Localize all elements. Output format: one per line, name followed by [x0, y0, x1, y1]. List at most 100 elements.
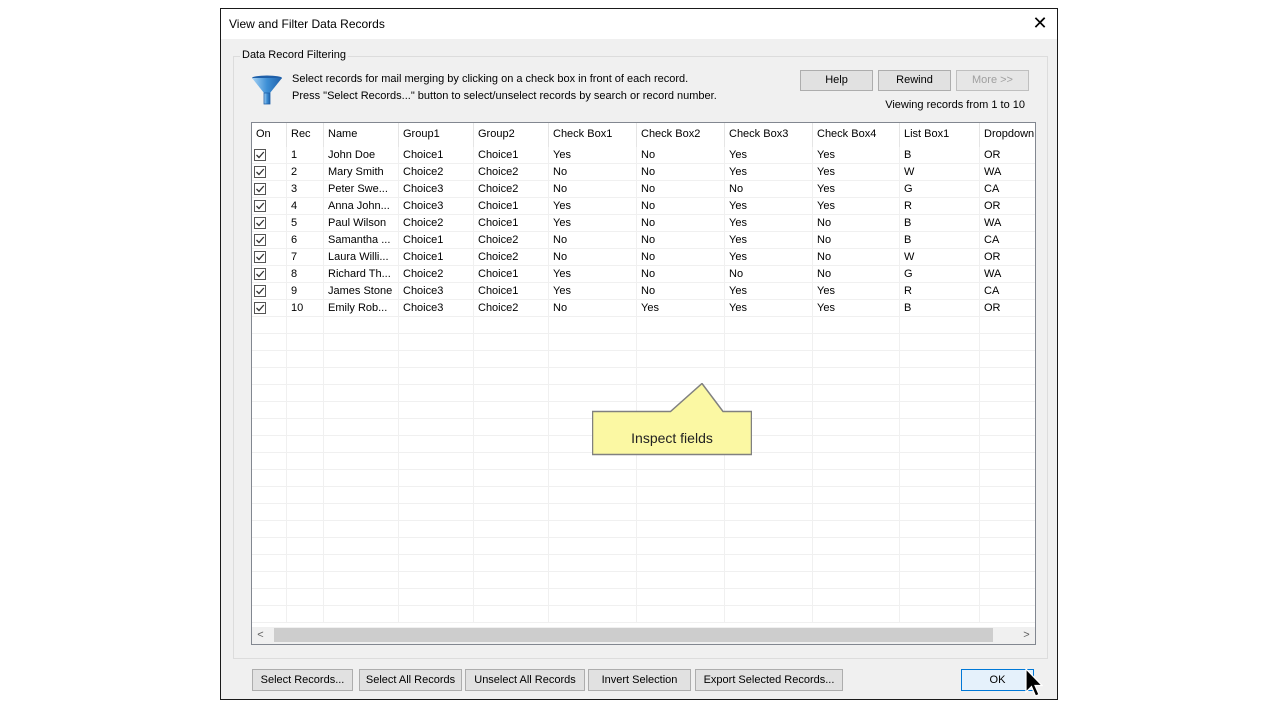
empty-cell — [549, 334, 637, 351]
table-row[interactable]: 1 John Doe Choice1 Choice1 Yes No Yes Yes B OR — [252, 147, 1035, 164]
cell-check-box2: Yes — [637, 300, 725, 317]
empty-cell — [252, 521, 287, 538]
select-records-button[interactable]: Select Records... — [252, 669, 353, 691]
record-checkbox[interactable] — [254, 285, 266, 297]
empty-row — [252, 504, 1035, 521]
empty-cell — [980, 572, 1035, 589]
empty-cell — [324, 504, 399, 521]
table-row[interactable]: 8 Richard Th... Choice2 Choice1 Yes No No No G WA — [252, 266, 1035, 283]
select-all-records-button[interactable]: Select All Records — [359, 669, 462, 691]
cell-rec: 9 — [287, 283, 324, 300]
column-header-rec[interactable]: Rec — [287, 123, 324, 147]
close-button[interactable]: ✕ — [1029, 12, 1051, 34]
empty-cell — [399, 521, 474, 538]
cell-group2: Choice1 — [474, 198, 549, 215]
empty-cell — [980, 521, 1035, 538]
record-checkbox[interactable] — [254, 234, 266, 246]
empty-cell — [725, 572, 813, 589]
empty-cell — [549, 470, 637, 487]
empty-row — [252, 317, 1035, 334]
table-row[interactable]: 9 James Stone Choice3 Choice1 Yes No Yes Yes R CA — [252, 283, 1035, 300]
scrollbar-thumb[interactable] — [274, 628, 993, 642]
empty-cell — [324, 351, 399, 368]
invert-selection-button[interactable]: Invert Selection — [588, 669, 691, 691]
empty-cell — [324, 436, 399, 453]
record-checkbox[interactable] — [254, 251, 266, 263]
column-header-group1[interactable]: Group1 — [399, 123, 474, 147]
export-selected-records-button[interactable]: Export Selected Records... — [695, 669, 843, 691]
empty-cell — [474, 368, 549, 385]
record-checkbox[interactable] — [254, 200, 266, 212]
table-row[interactable]: 4 Anna John... Choice3 Choice1 Yes No Yes Yes R O… — [252, 198, 1035, 215]
cell-check-box1: Yes — [549, 266, 637, 283]
cell-dropdown: CA — [980, 283, 1035, 300]
table-row[interactable]: 6 Samantha ... Choice1 Choice2 No No Yes No B CA — [252, 232, 1035, 249]
help-button[interactable]: Help — [800, 70, 873, 91]
cell-group1: Choice1 — [399, 232, 474, 249]
empty-cell — [813, 419, 900, 436]
ok-button[interactable]: OK — [961, 669, 1034, 691]
record-checkbox[interactable] — [254, 302, 266, 314]
empty-cell — [900, 606, 980, 623]
table-row[interactable]: 10 Emily Rob... Choice3 Choice2 No Yes Yes Yes B… — [252, 300, 1035, 317]
table-row[interactable]: 5 Paul Wilson Choice2 Choice1 Yes No Yes No B WA — [252, 215, 1035, 232]
column-header-list-box1[interactable]: List Box1 — [900, 123, 980, 147]
cell-check-box4: Yes — [813, 181, 900, 198]
empty-cell — [637, 470, 725, 487]
column-header-check-box3[interactable]: Check Box3 — [725, 123, 813, 147]
cell-group1: Choice3 — [399, 198, 474, 215]
empty-cell — [900, 402, 980, 419]
empty-cell — [813, 487, 900, 504]
empty-cell — [399, 572, 474, 589]
column-header-on[interactable]: On — [252, 123, 287, 147]
column-header-dropdown[interactable]: Dropdown — [980, 123, 1035, 147]
record-checkbox[interactable] — [254, 217, 266, 229]
table-row[interactable]: 7 Laura Willi... Choice1 Choice2 No No Yes No W O… — [252, 249, 1035, 266]
cell-check-box1: No — [549, 232, 637, 249]
view-filter-dialog: View and Filter Data Records ✕ Data Reco… — [220, 8, 1058, 700]
empty-cell — [637, 334, 725, 351]
cell-on — [252, 266, 287, 283]
callout-shape — [591, 382, 753, 456]
scroll-right-button[interactable]: > — [1018, 627, 1035, 644]
column-header-check-box2[interactable]: Check Box2 — [637, 123, 725, 147]
cell-dropdown: OR — [980, 300, 1035, 317]
cell-rec: 5 — [287, 215, 324, 232]
rewind-button[interactable]: Rewind — [878, 70, 951, 91]
data-record-filtering-group: Data Record Filtering Select records for… — [233, 49, 1048, 659]
instruction-line-2: Press "Select Records..." button to sele… — [292, 90, 717, 102]
scroll-left-button[interactable]: < — [252, 627, 269, 644]
cell-group2: Choice2 — [474, 181, 549, 198]
cell-name: Laura Willi... — [324, 249, 399, 266]
empty-row — [252, 487, 1035, 504]
cell-check-box3: No — [725, 181, 813, 198]
column-header-check-box4[interactable]: Check Box4 — [813, 123, 900, 147]
cell-rec: 2 — [287, 164, 324, 181]
record-checkbox[interactable] — [254, 183, 266, 195]
record-checkbox[interactable] — [254, 166, 266, 178]
column-header-check-box1[interactable]: Check Box1 — [549, 123, 637, 147]
empty-cell — [549, 606, 637, 623]
empty-row — [252, 538, 1035, 555]
empty-cell — [900, 504, 980, 521]
cell-rec: 3 — [287, 181, 324, 198]
empty-cell — [287, 555, 324, 572]
empty-cell — [324, 317, 399, 334]
unselect-all-records-button[interactable]: Unselect All Records — [465, 669, 585, 691]
empty-cell — [474, 436, 549, 453]
record-checkbox[interactable] — [254, 268, 266, 280]
table-row[interactable]: 3 Peter Swe... Choice3 Choice2 No No No Yes G CA — [252, 181, 1035, 198]
cell-rec: 1 — [287, 147, 324, 164]
more-button[interactable]: More >> — [956, 70, 1029, 91]
horizontal-scrollbar[interactable]: < > — [252, 627, 1035, 644]
cell-group1: Choice3 — [399, 300, 474, 317]
table-row[interactable]: 2 Mary Smith Choice2 Choice2 No No Yes Yes W WA — [252, 164, 1035, 181]
empty-row — [252, 470, 1035, 487]
column-header-name[interactable]: Name — [324, 123, 399, 147]
column-header-group2[interactable]: Group2 — [474, 123, 549, 147]
cell-name: James Stone — [324, 283, 399, 300]
record-checkbox[interactable] — [254, 149, 266, 161]
empty-cell — [252, 402, 287, 419]
empty-cell — [813, 538, 900, 555]
empty-cell — [725, 606, 813, 623]
